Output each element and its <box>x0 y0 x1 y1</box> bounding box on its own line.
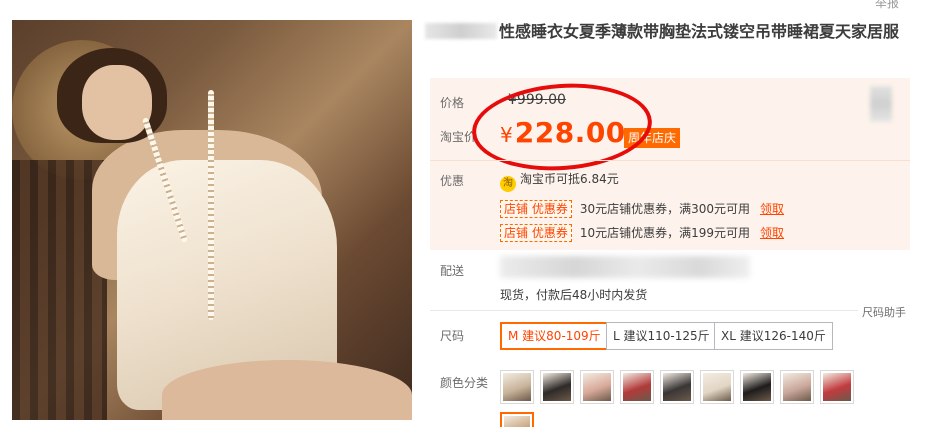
swatch-thumbnail <box>543 373 571 401</box>
product-title: 性感睡衣女夏季薄款带胸垫法式镂空吊带睡裙夏天家居服 <box>425 20 905 44</box>
color-swatch[interactable] <box>700 370 734 404</box>
blurred-brand <box>425 23 497 39</box>
swatch-thumbnail <box>703 373 731 401</box>
swatch-thumbnail <box>823 373 851 401</box>
coupon-tag: 店铺 优惠券 <box>500 200 572 218</box>
discount-label: 优惠 <box>440 174 465 188</box>
product-title-text: 性感睡衣女夏季薄款带胸垫法式镂空吊带睡裙夏天家居服 <box>499 22 900 41</box>
delivery-note: 现货，付款后48小时内发货 <box>500 288 648 302</box>
color-swatch[interactable] <box>540 370 574 404</box>
claim-coupon-button[interactable]: 领取 <box>760 226 784 240</box>
swatch-thumbnail <box>783 373 811 401</box>
promo-price-label: 淘宝价 <box>440 130 477 144</box>
swatch-thumbnail <box>623 373 651 401</box>
price-label: 价格 <box>440 96 465 110</box>
blurred-qr <box>870 86 892 122</box>
price-box: 价格 ¥999.00 淘宝价 ¥228.00 周年店庆 优惠 淘淘宝币可抵6.8… <box>430 77 910 250</box>
coupon-text: 30元店铺优惠券，满300元可用 <box>579 202 751 216</box>
coupon-row: 店铺 优惠券 10元店铺优惠券，满199元可用 领取 <box>500 224 784 242</box>
coupon-text: 10元店铺优惠券，满199元可用 <box>579 226 751 240</box>
size-helper-link[interactable]: 尺码助手 <box>862 304 906 320</box>
swatch-thumbnail <box>743 373 771 401</box>
swatch-thumbnail <box>663 373 691 401</box>
pearl-necklace <box>208 90 214 320</box>
model-legs <box>162 360 412 420</box>
color-swatch[interactable] <box>620 370 654 404</box>
model-face <box>82 65 152 140</box>
color-swatch[interactable] <box>820 370 854 404</box>
product-image[interactable] <box>12 20 412 420</box>
delivery-label: 配送 <box>440 264 465 278</box>
swatch-thumbnail <box>503 373 531 401</box>
blurred-delivery-location[interactable] <box>500 256 750 278</box>
report-link[interactable]: 举报 <box>875 0 899 11</box>
color-swatch[interactable] <box>500 412 534 427</box>
color-swatch[interactable] <box>580 370 614 404</box>
swatch-thumbnail <box>504 416 530 427</box>
size-option-xl[interactable]: XL 建议126-140斤 <box>714 322 833 350</box>
swatch-thumbnail <box>583 373 611 401</box>
coupon-tag: 店铺 优惠券 <box>500 224 572 242</box>
claim-coupon-button[interactable]: 领取 <box>760 202 784 216</box>
coin-text: 淘宝币可抵6.84元 <box>520 172 619 186</box>
coupon-row: 店铺 优惠券 30元店铺优惠券，满300元可用 领取 <box>500 200 784 218</box>
price-divider <box>430 160 910 161</box>
size-option-m[interactable]: M 建议80-109斤 <box>500 322 609 350</box>
size-label: 尺码 <box>440 329 465 343</box>
section-divider <box>430 310 858 311</box>
color-swatch[interactable] <box>660 370 694 404</box>
highlight-circle <box>469 77 655 177</box>
color-swatch[interactable] <box>740 370 774 404</box>
size-option-l[interactable]: L 建议110-125斤 <box>606 322 717 350</box>
coin-row: 淘淘宝币可抵6.84元 <box>500 170 619 192</box>
color-label: 颜色分类 <box>440 376 489 390</box>
taobao-coin-icon: 淘 <box>500 176 516 192</box>
color-swatch[interactable] <box>780 370 814 404</box>
color-swatch[interactable] <box>500 370 534 404</box>
